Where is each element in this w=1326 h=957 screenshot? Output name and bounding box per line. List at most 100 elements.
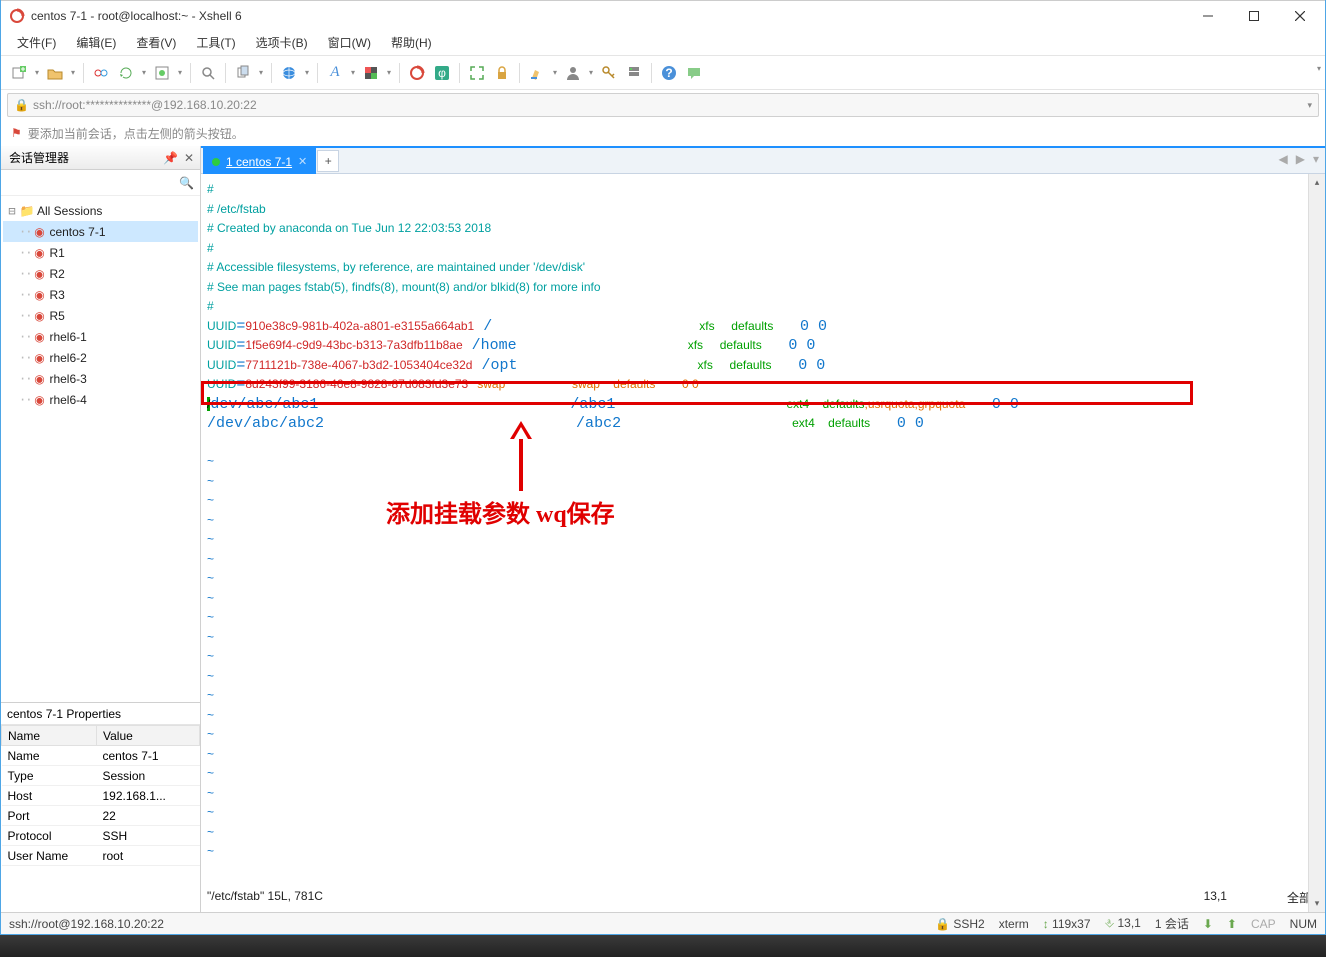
prop-header-value[interactable]: Value bbox=[97, 726, 200, 746]
session-item[interactable]: ··◉R2 bbox=[3, 263, 198, 284]
tab-bar: 1 centos 7-1 ✕ + ◀ ▶ ▾ bbox=[201, 146, 1325, 174]
panel-close-icon[interactable]: ✕ bbox=[182, 151, 196, 165]
search-icon[interactable] bbox=[196, 61, 220, 85]
properties-panel: centos 7-1 Properties Name Value Namecen… bbox=[1, 702, 200, 912]
menu-edit[interactable]: 编辑(E) bbox=[66, 30, 126, 55]
new-session-icon[interactable] bbox=[7, 61, 31, 85]
reconnect-dropdown[interactable]: ▾ bbox=[139, 68, 149, 77]
search-icon[interactable]: 🔍 bbox=[179, 176, 194, 190]
property-row: User Nameroot bbox=[2, 846, 200, 866]
help-icon[interactable]: ? bbox=[657, 61, 681, 85]
property-row: ProtocolSSH bbox=[2, 826, 200, 846]
menu-bar: 文件(F) 编辑(E) 查看(V) 工具(T) 选项卡(B) 窗口(W) 帮助(… bbox=[1, 30, 1325, 56]
session-item[interactable]: ··◉R5 bbox=[3, 305, 198, 326]
properties-icon[interactable] bbox=[150, 61, 174, 85]
open-session-dropdown[interactable]: ▾ bbox=[68, 68, 78, 77]
session-item[interactable]: ··◉rhel6-3 bbox=[3, 368, 198, 389]
status-ssh: SSH2 bbox=[953, 917, 984, 931]
window-title: centos 7-1 - root@localhost:~ - Xshell 6 bbox=[31, 9, 1185, 23]
hint-text: 要添加当前会话，点击左侧的箭头按钮。 bbox=[28, 125, 244, 142]
address-dropdown-icon[interactable]: ▾ bbox=[1307, 100, 1312, 111]
vim-status-line: "/etc/fstab" 15L, 781C 13,1 全部 bbox=[207, 889, 1311, 906]
session-item[interactable]: ··◉R1 bbox=[3, 242, 198, 263]
new-session-dropdown[interactable]: ▾ bbox=[32, 68, 42, 77]
os-taskbar bbox=[0, 935, 1326, 957]
menu-window[interactable]: 窗口(W) bbox=[318, 30, 381, 55]
font-dropdown[interactable]: ▾ bbox=[348, 68, 358, 77]
scroll-up-icon[interactable]: ▴ bbox=[1309, 174, 1325, 191]
svg-text:φ: φ bbox=[438, 66, 446, 80]
toolbar-separator bbox=[225, 63, 226, 83]
globe-dropdown[interactable]: ▾ bbox=[302, 68, 312, 77]
tab-list-icon[interactable]: ▾ bbox=[1313, 152, 1319, 166]
session-item[interactable]: ··◉R3 bbox=[3, 284, 198, 305]
highlight-dropdown[interactable]: ▾ bbox=[550, 68, 560, 77]
prop-header-name[interactable]: Name bbox=[2, 726, 97, 746]
sync-up-icon[interactable]: ⬆ bbox=[1227, 917, 1237, 931]
property-row: TypeSession bbox=[2, 766, 200, 786]
disconnect-icon[interactable] bbox=[89, 61, 113, 85]
session-tree[interactable]: ⊟📁All Sessions··◉centos 7-1··◉R1··◉R2··◉… bbox=[1, 196, 200, 702]
chat-icon[interactable] bbox=[682, 61, 706, 85]
color-dropdown[interactable]: ▾ bbox=[384, 68, 394, 77]
scroll-down-icon[interactable]: ▾ bbox=[1309, 895, 1325, 912]
copy-icon[interactable] bbox=[231, 61, 255, 85]
menu-file[interactable]: 文件(F) bbox=[7, 30, 66, 55]
tab-label: 1 centos 7-1 bbox=[226, 155, 292, 169]
menu-tools[interactable]: 工具(T) bbox=[186, 30, 245, 55]
properties-title: centos 7-1 Properties bbox=[1, 703, 200, 725]
terminal-scrollbar[interactable]: ▴ ▾ bbox=[1308, 174, 1325, 912]
title-bar: centos 7-1 - root@localhost:~ - Xshell 6 bbox=[1, 0, 1325, 30]
toolbar-overflow[interactable]: ▾ bbox=[1317, 64, 1321, 73]
tab-add-button[interactable]: + bbox=[317, 150, 339, 172]
address-row: 🔒 ssh://root:**************@192.168.10.2… bbox=[1, 90, 1325, 120]
menu-tab[interactable]: 选项卡(B) bbox=[246, 30, 318, 55]
toolbar: ▾ ▾ ▾ ▾ ▾ ▾ A ▾ ▾ φ ▾ ▾ ? bbox=[1, 56, 1325, 90]
tab-next-icon[interactable]: ▶ bbox=[1296, 152, 1305, 166]
reconnect-icon[interactable] bbox=[114, 61, 138, 85]
address-bar[interactable]: 🔒 ssh://root:**************@192.168.10.2… bbox=[7, 93, 1319, 117]
pin-icon[interactable]: 📌 bbox=[161, 151, 180, 165]
terminal[interactable]: # # /etc/fstab # Created by anaconda on … bbox=[201, 174, 1325, 912]
font-icon[interactable]: A bbox=[323, 61, 347, 85]
fullscreen-icon[interactable] bbox=[465, 61, 489, 85]
status-bar: ssh://root@192.168.10.20:22 🔒 SSH2 xterm… bbox=[1, 912, 1325, 934]
server-icon[interactable] bbox=[622, 61, 646, 85]
toolbar-separator bbox=[190, 63, 191, 83]
ftp-icon[interactable]: φ bbox=[430, 61, 454, 85]
color-icon[interactable] bbox=[359, 61, 383, 85]
toolbar-separator bbox=[317, 63, 318, 83]
session-item[interactable]: ··◉rhel6-4 bbox=[3, 389, 198, 410]
sync-down-icon[interactable]: ⬇ bbox=[1203, 917, 1213, 931]
user-icon[interactable] bbox=[561, 61, 585, 85]
session-item[interactable]: ··◉centos 7-1 bbox=[3, 221, 198, 242]
copy-dropdown[interactable]: ▾ bbox=[256, 68, 266, 77]
user-dropdown[interactable]: ▾ bbox=[586, 68, 596, 77]
property-row: Port22 bbox=[2, 806, 200, 826]
globe-icon[interactable] bbox=[277, 61, 301, 85]
tab-prev-icon[interactable]: ◀ bbox=[1279, 152, 1288, 166]
lock-icon: 🔒 bbox=[935, 917, 950, 931]
open-session-icon[interactable] bbox=[43, 61, 67, 85]
app-icon bbox=[9, 8, 25, 24]
key-icon[interactable] bbox=[597, 61, 621, 85]
properties-dropdown[interactable]: ▾ bbox=[175, 68, 185, 77]
toolbar-separator bbox=[83, 63, 84, 83]
lock-icon[interactable] bbox=[490, 61, 514, 85]
toolbar-separator bbox=[459, 63, 460, 83]
tab-centos-7-1[interactable]: 1 centos 7-1 ✕ bbox=[203, 148, 316, 174]
minimize-button[interactable] bbox=[1185, 2, 1231, 30]
highlight-icon[interactable] bbox=[525, 61, 549, 85]
session-panel-title: 会话管理器 bbox=[9, 149, 69, 166]
maximize-button[interactable] bbox=[1231, 2, 1277, 30]
swirl-icon[interactable] bbox=[405, 61, 429, 85]
tree-root[interactable]: ⊟📁All Sessions bbox=[3, 200, 198, 221]
session-item[interactable]: ··◉rhel6-1 bbox=[3, 326, 198, 347]
menu-view[interactable]: 查看(V) bbox=[126, 30, 186, 55]
tab-close-icon[interactable]: ✕ bbox=[298, 155, 307, 168]
close-button[interactable] bbox=[1277, 2, 1323, 30]
session-item[interactable]: ··◉rhel6-2 bbox=[3, 347, 198, 368]
menu-help[interactable]: 帮助(H) bbox=[381, 30, 442, 55]
flag-icon: ⚑ bbox=[11, 126, 22, 140]
toolbar-separator bbox=[651, 63, 652, 83]
